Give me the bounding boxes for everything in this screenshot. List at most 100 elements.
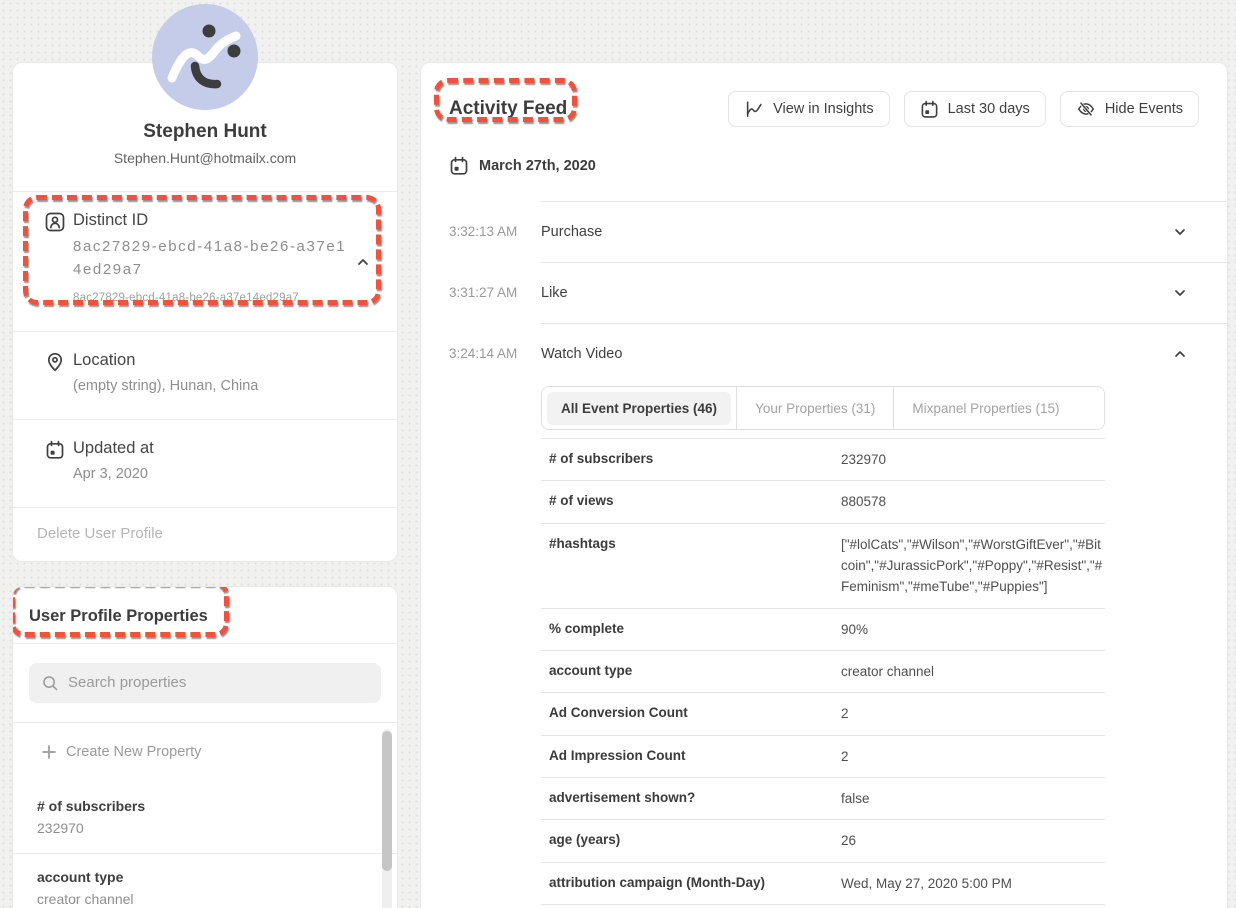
chevron-up-icon[interactable] [1172,346,1188,362]
event-name: Watch Video [541,346,622,362]
plus-icon [41,744,57,760]
event-row[interactable]: 3:32:13 AM Purchase [449,201,1227,262]
user-email: Stephen.Hunt@hotmailx.com [29,150,381,166]
property-name-cell: account type [549,661,841,682]
chevron-up-icon[interactable] [355,254,371,270]
table-row: Ad Impression Count 2 [541,735,1105,777]
event-time: 3:31:27 AM [449,262,541,323]
table-row: account type creator channel [541,650,1105,692]
event-name: Like [541,285,568,301]
property-item[interactable]: account type creator channel [13,853,397,908]
date-header: March 27th, 2020 [479,158,596,174]
event-time: 3:32:13 AM [449,201,541,262]
line-chart-icon [744,99,764,119]
property-value-cell: creator channel [841,661,1105,682]
event-row[interactable]: 3:31:27 AM Like [449,262,1227,323]
tab-all-event-properties[interactable]: All Event Properties (46) [542,387,737,429]
delete-user-profile-link[interactable]: Delete User Profile [13,507,397,561]
property-name-cell: % complete [549,619,841,640]
create-new-property-button[interactable]: Create New Property [13,723,397,783]
user-properties-card: User Profile Properties Create New Prope… [12,586,398,908]
property-name: # of subscribers [37,798,373,814]
property-name: account type [37,869,373,885]
activity-feed-title: Activity Feed [449,91,567,120]
distinct-id-label: Distinct ID [73,211,348,230]
property-name-cell: # of subscribers [549,449,841,470]
view-in-insights-label: View in Insights [773,101,873,117]
table-row: age (years) 26 [541,819,1105,861]
event-detail-panel: All Event Properties (46) Your Propertie… [541,386,1105,908]
property-item[interactable]: # of subscribers 232970 [13,783,397,853]
event-name: Purchase [541,224,602,240]
property-value-cell: ["#lolCats","#Wilson","#WorstGiftEver","… [841,534,1105,598]
event-list: 3:32:13 AM Purchase 3:31:27 AM Like 3:24… [449,201,1227,384]
property-name-cell: attribution campaign (Month-Day) [549,873,841,894]
property-value-cell: false [841,788,1105,809]
location-value: (empty string), Hunan, China [73,376,258,398]
table-row: % complete 90% [541,608,1105,650]
map-pin-icon [45,352,65,372]
last-30-days-label: Last 30 days [948,101,1030,117]
calendar-icon [449,156,469,176]
hide-events-button[interactable]: Hide Events [1060,91,1199,127]
table-row: attribution channel Facebook [541,904,1105,908]
property-name-cell: age (years) [549,830,841,851]
badge-person-icon [45,212,65,232]
updated-at-value: Apr 3, 2020 [73,464,154,486]
tab-your-properties[interactable]: Your Properties (31) [737,387,894,429]
scrollbar-thumb[interactable] [382,731,392,871]
trend-face-avatar-icon [152,4,258,110]
user-properties-list: Create New Property # of subscribers 232… [13,722,397,908]
activity-feed-header: Activity Feed View in Insights Last 30 d… [421,63,1227,127]
table-row: # of views 880578 [541,480,1105,522]
property-name-cell: Ad Conversion Count [549,703,841,724]
property-value-cell: 26 [841,830,1105,851]
hide-events-label: Hide Events [1105,101,1183,117]
last-30-days-button[interactable]: Last 30 days [904,91,1046,127]
event-properties-tabs: All Event Properties (46) Your Propertie… [541,386,1105,430]
scrollbar-track[interactable] [382,729,392,908]
property-value-cell: 90% [841,619,1105,640]
property-name-cell: Ad Impression Count [549,746,841,767]
property-value-cell: 232970 [841,449,1105,470]
updated-at-row: Updated at Apr 3, 2020 [13,419,397,507]
user-name: Stephen Hunt [29,121,381,143]
chevron-down-icon[interactable] [1172,285,1188,301]
property-value-cell: 880578 [841,491,1105,512]
search-icon [41,674,59,692]
property-value: 232970 [37,820,373,836]
user-properties-title: User Profile Properties [13,587,397,643]
property-value-cell: Wed, May 27, 2020 5:00 PM [841,873,1105,894]
chevron-down-icon[interactable] [1172,224,1188,240]
distinct-id-row[interactable]: Distinct ID 8ac27829-ebcd-41a8-be26-a37e… [13,191,397,331]
search-properties-box[interactable] [29,663,381,703]
calendar-icon [45,440,65,460]
left-column: Stephen Hunt Stephen.Hunt@hotmailx.com D… [12,4,398,908]
table-row: attribution campaign (Month-Day) Wed, Ma… [541,862,1105,904]
feed-actions: View in Insights Last 30 days Hi [728,91,1199,127]
distinct-id-value: 8ac27829-ebcd-41a8-be26-a37e14ed29a7 [73,236,348,281]
property-name-cell: # of views [549,491,841,512]
table-row: # of subscribers 232970 [541,438,1105,480]
location-label: Location [73,351,258,370]
avatar [152,4,258,110]
property-value-cell: 2 [841,746,1105,767]
table-row: Ad Conversion Count 2 [541,692,1105,734]
table-row: advertisement shown? false [541,777,1105,819]
location-row: Location (empty string), Hunan, China [13,331,397,419]
property-value: creator channel [37,891,373,907]
search-properties-wrap [13,643,397,722]
profile-card: Stephen Hunt Stephen.Hunt@hotmailx.com D… [12,62,398,562]
tab-mixpanel-properties[interactable]: Mixpanel Properties (15) [894,387,1077,429]
view-in-insights-button[interactable]: View in Insights [728,91,889,127]
event-row-expanded[interactable]: 3:24:14 AM Watch Video [449,323,1227,384]
table-row: #hashtags ["#lolCats","#Wilson","#WorstG… [541,523,1105,608]
distinct-id-small-value: 8ac27829-ebcd-41a8-be26-a37e14ed29a7 [73,292,348,304]
date-header-row: March 27th, 2020 [421,127,1227,176]
activity-feed-card: Activity Feed View in Insights Last 30 d… [420,62,1228,908]
calendar-icon [920,100,939,119]
property-name-cell: advertisement shown? [549,788,841,809]
search-properties-input[interactable] [68,674,369,691]
create-new-property-label: Create New Property [66,744,201,760]
event-properties-table: # of subscribers 232970 # of views 88057… [541,438,1105,908]
